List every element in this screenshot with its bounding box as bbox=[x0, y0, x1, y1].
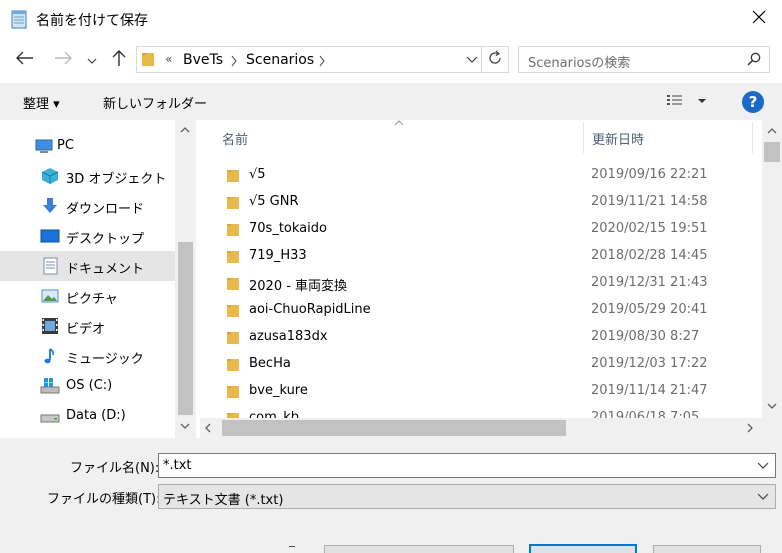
nav-item-pictures[interactable]: ピクチャ bbox=[0, 281, 175, 311]
close-button[interactable] bbox=[736, 0, 782, 38]
nav-scrollbar[interactable] bbox=[175, 120, 196, 438]
help-button[interactable]: ? bbox=[742, 91, 764, 113]
breadcrumb-bvets[interactable]: BveTs bbox=[183, 52, 223, 68]
navigation-pane[interactable]: PC 3D オブジェクト ダウンロード デスクトップ ドキュメント ピクチャ ビ… bbox=[0, 120, 196, 438]
nav-item-music[interactable]: ミュージック bbox=[0, 341, 175, 371]
file-list-vertical-scrollbar[interactable] bbox=[762, 120, 782, 420]
folder-icon bbox=[226, 304, 240, 322]
file-row[interactable]: √5 2019/09/16 22:21 bbox=[200, 162, 762, 189]
computer-icon bbox=[34, 137, 54, 155]
organize-menu[interactable]: 整理 ▾ bbox=[23, 93, 60, 112]
scroll-left-icon[interactable] bbox=[205, 420, 211, 436]
download-icon bbox=[40, 197, 60, 215]
chevron-down-icon bbox=[87, 53, 97, 68]
filetype-label: ファイルの種類(T): bbox=[47, 492, 161, 507]
nav-item-documents[interactable]: ドキュメント bbox=[0, 251, 175, 281]
cancel-button[interactable] bbox=[653, 545, 761, 553]
address-bar[interactable]: « BveTs Scenarios bbox=[136, 46, 509, 73]
refresh-icon bbox=[487, 50, 503, 70]
nav-item-downloads[interactable]: ダウンロード bbox=[0, 191, 175, 221]
details-view-icon bbox=[667, 95, 706, 105]
vertical-scrollbar-thumb[interactable] bbox=[764, 142, 780, 162]
chevron-down-icon[interactable] bbox=[757, 489, 769, 507]
folder-icon bbox=[226, 358, 240, 376]
file-row[interactable]: BecHa 2019/12/03 17:22 bbox=[200, 351, 762, 378]
file-row[interactable]: 2020 - 車両変換 2019/12/31 21:43 bbox=[200, 270, 762, 297]
arrow-left-icon bbox=[16, 51, 34, 69]
nav-item-data-d[interactable]: Data (D:) bbox=[0, 401, 175, 431]
file-row[interactable]: 719_H33 2018/02/28 14:45 bbox=[200, 243, 762, 270]
column-date-modified[interactable]: 更新日時 bbox=[592, 129, 644, 148]
filetype-select[interactable]: テキスト文書 (*.txt) bbox=[158, 484, 776, 509]
address-dropdown-icon[interactable] bbox=[466, 52, 478, 70]
sort-ascending-icon bbox=[394, 120, 404, 129]
drive-icon bbox=[40, 407, 60, 425]
file-list[interactable]: 名前 更新日時 √5 2019/09/16 22:21 √5 GNR 2019/… bbox=[200, 120, 782, 438]
encoding-select[interactable] bbox=[324, 545, 514, 553]
folder-icon bbox=[226, 169, 240, 187]
nav-item-os-c[interactable]: OS (C:) bbox=[0, 371, 175, 401]
nav-item-pc[interactable]: PC bbox=[0, 131, 175, 161]
save-form: ファイル名(N): *.txt ファイルの種類(T): テキスト文書 (*.tx… bbox=[0, 438, 782, 553]
folder-icon bbox=[226, 196, 240, 214]
nav-scrollbar-thumb[interactable] bbox=[178, 242, 193, 415]
scroll-up-icon[interactable] bbox=[767, 126, 777, 137]
filename-input[interactable]: *.txt bbox=[158, 453, 776, 478]
chevron-down-icon[interactable] bbox=[757, 458, 769, 476]
search-icon[interactable] bbox=[747, 52, 761, 70]
hide-folders-toggle[interactable] bbox=[289, 546, 295, 548]
nav-item-desktop[interactable]: デスクトップ bbox=[0, 221, 175, 251]
file-list-horizontal-scrollbar[interactable] bbox=[200, 418, 762, 438]
command-bar: 整理 ▾ 新しいフォルダー ? bbox=[0, 83, 782, 120]
scroll-right-icon[interactable] bbox=[747, 420, 753, 436]
window-title: 名前を付けて保存 bbox=[36, 13, 148, 29]
breadcrumb-separator-icon[interactable] bbox=[318, 52, 326, 70]
filename-label: ファイル名(N): bbox=[70, 461, 160, 476]
view-options-button[interactable] bbox=[666, 94, 708, 112]
new-folder-button[interactable]: 新しいフォルダー bbox=[103, 93, 207, 112]
file-row[interactable]: aoi-ChuoRapidLine 2019/05/29 20:41 bbox=[200, 297, 762, 324]
refresh-button[interactable] bbox=[481, 47, 508, 72]
scroll-down-icon[interactable] bbox=[767, 401, 777, 412]
breadcrumb-scenarios[interactable]: Scenarios bbox=[246, 52, 314, 68]
folder-icon bbox=[226, 277, 240, 295]
nav-item-videos[interactable]: ビデオ bbox=[0, 311, 175, 341]
documents-icon bbox=[40, 257, 60, 275]
pictures-icon bbox=[40, 287, 60, 305]
folder-icon bbox=[141, 51, 155, 71]
up-button[interactable] bbox=[108, 49, 130, 71]
notepad-icon bbox=[10, 9, 28, 29]
file-row[interactable]: azusa183dx 2019/08/30 8:27 bbox=[200, 324, 762, 351]
title-bar: 名前を付けて保存 bbox=[0, 0, 782, 38]
scroll-up-icon[interactable] bbox=[180, 125, 190, 136]
save-button[interactable] bbox=[529, 544, 637, 553]
windows-drive-icon bbox=[40, 377, 60, 395]
breadcrumb-separator-icon[interactable] bbox=[230, 52, 238, 70]
file-row[interactable]: 70s_tokaido 2020/02/15 19:51 bbox=[200, 216, 762, 243]
column-name[interactable]: 名前 bbox=[222, 129, 248, 148]
close-icon bbox=[752, 10, 766, 28]
address-overflow[interactable]: « bbox=[165, 52, 172, 66]
file-row[interactable]: bve_kure 2019/11/14 21:47 bbox=[200, 378, 762, 405]
folder-icon bbox=[226, 223, 240, 241]
music-icon bbox=[40, 347, 60, 365]
search-box[interactable]: Scenariosの検索 bbox=[518, 46, 770, 73]
folder-icon bbox=[226, 331, 240, 349]
column-header: 名前 更新日時 bbox=[200, 120, 762, 153]
arrow-right-icon bbox=[54, 51, 72, 69]
recent-locations-button[interactable] bbox=[84, 49, 100, 71]
search-placeholder[interactable]: Scenariosの検索 bbox=[528, 52, 630, 71]
back-button[interactable] bbox=[14, 49, 36, 71]
forward-button[interactable] bbox=[52, 49, 74, 71]
nav-item-3d-objects[interactable]: 3D オブジェクト bbox=[0, 161, 175, 191]
file-row[interactable]: √5 GNR 2019/11/21 14:58 bbox=[200, 189, 762, 216]
arrow-up-icon bbox=[112, 49, 126, 71]
scroll-down-icon[interactable] bbox=[180, 421, 190, 432]
desktop-icon bbox=[40, 227, 60, 245]
folder-icon bbox=[226, 250, 240, 268]
video-icon bbox=[40, 317, 60, 335]
3d-objects-icon bbox=[40, 167, 60, 185]
horizontal-scrollbar-thumb[interactable] bbox=[222, 420, 566, 436]
folder-icon bbox=[226, 385, 240, 403]
